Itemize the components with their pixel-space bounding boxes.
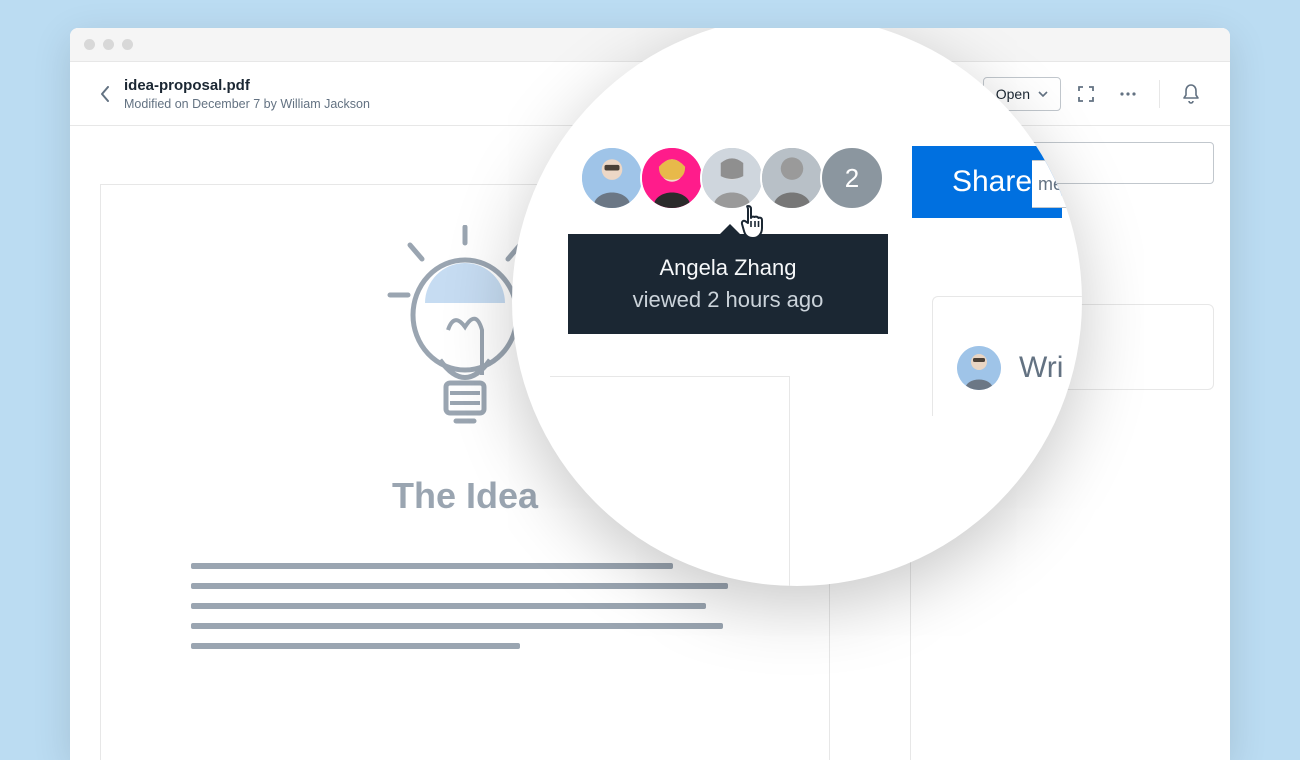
tooltip-viewer-name: Angela Zhang [590, 252, 866, 284]
person-icon [642, 148, 702, 208]
viewer-avatars-row: 2 [580, 146, 884, 210]
comment-snippet: Wri [1019, 351, 1063, 385]
share-button-label: Share [952, 165, 1032, 199]
file-meta: idea-proposal.pdf Modified on December 7… [124, 76, 370, 112]
file-name: idea-proposal.pdf [124, 76, 370, 96]
viewer-avatar-1[interactable] [580, 146, 644, 210]
person-icon [957, 346, 1001, 390]
document-edge-fragment [550, 376, 790, 586]
back-button[interactable] [92, 81, 118, 107]
pointer-cursor-icon [740, 204, 774, 247]
viewer-avatar-3[interactable] [700, 146, 764, 210]
ellipsis-icon [1120, 92, 1136, 96]
bell-icon [1182, 84, 1200, 104]
window-maximize-dot[interactable] [122, 39, 133, 50]
app-window: idea-proposal.pdf Modified on December 7… [70, 28, 1230, 760]
comment-input-fragment-text: ment [1038, 174, 1078, 195]
viewer-avatar-4[interactable] [760, 146, 824, 210]
notifications-button[interactable] [1174, 77, 1208, 111]
overflow-count-label: 2 [845, 163, 859, 194]
comment-input-fragment[interactable]: ment [1032, 160, 1082, 208]
comment-card-fragment[interactable]: Wri [932, 296, 1082, 416]
more-options-button[interactable] [1111, 77, 1145, 111]
window-minimize-dot[interactable] [103, 39, 114, 50]
separator [1159, 80, 1160, 108]
viewer-avatar-2[interactable] [640, 146, 704, 210]
zoom-lens-overlay: 2 Share ment Angela Zhang viewed 2 hours… [512, 28, 1082, 586]
tooltip-viewer-activity: viewed 2 hours ago [590, 284, 866, 316]
person-icon [762, 148, 822, 208]
viewer-overflow-count[interactable]: 2 [820, 146, 884, 210]
chevron-left-icon [100, 86, 110, 102]
viewer-tooltip: Angela Zhang viewed 2 hours ago [568, 234, 888, 334]
commenter-avatar [957, 346, 1001, 390]
person-icon [702, 148, 762, 208]
window-close-dot[interactable] [84, 39, 95, 50]
file-modified-text: Modified on December 7 by William Jackso… [124, 97, 370, 111]
person-icon [582, 148, 642, 208]
